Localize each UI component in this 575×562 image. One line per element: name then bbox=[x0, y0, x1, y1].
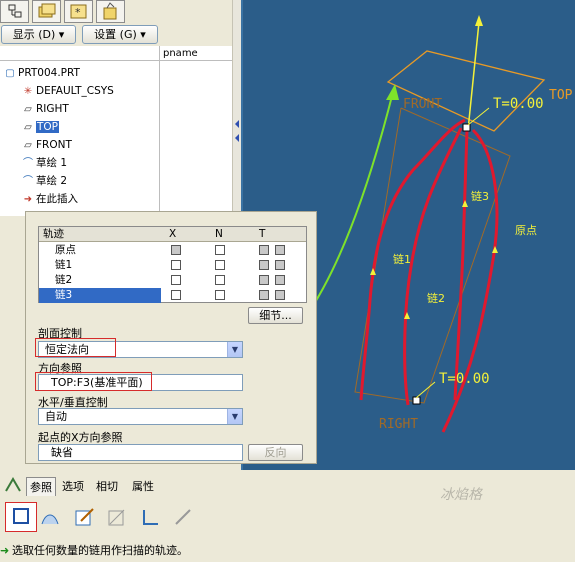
n-checkbox[interactable] bbox=[215, 275, 225, 285]
settings-dropdown-button[interactable]: 设置 (G) ▾ bbox=[82, 25, 158, 44]
favorites-tab-icon[interactable]: * bbox=[64, 0, 93, 23]
datum-plane-icon: ▱ bbox=[24, 122, 32, 133]
front-label: FRONT bbox=[403, 97, 442, 112]
start-point-marker[interactable] bbox=[462, 123, 471, 132]
tree-item-right[interactable]: ▱ RIGHT bbox=[20, 101, 69, 118]
model-tree-header bbox=[0, 46, 159, 61]
datum-plane-icon: ▱ bbox=[24, 104, 32, 115]
n-checkbox[interactable] bbox=[215, 260, 225, 270]
pname-header: pname bbox=[160, 46, 232, 61]
t-top-leader bbox=[467, 107, 490, 126]
datum-plane-icon: ▱ bbox=[24, 140, 32, 151]
t-toggle-b[interactable] bbox=[275, 260, 285, 270]
x-checkbox[interactable] bbox=[171, 260, 181, 270]
table-row-selected[interactable]: 链3 bbox=[39, 288, 306, 303]
table-row[interactable]: 链2 bbox=[39, 273, 306, 288]
tab-tangency[interactable]: 相切 bbox=[96, 478, 118, 494]
trajectory-table: 轨迹 X N T 原点 链1 链2 链3 bbox=[38, 226, 307, 303]
details-button[interactable]: 细节... bbox=[248, 307, 303, 324]
t-toggle-b[interactable] bbox=[275, 245, 285, 255]
origin-direction-icon bbox=[492, 246, 498, 253]
t-bottom-label: T=0.00 bbox=[439, 371, 490, 387]
top-label: TOP bbox=[549, 88, 573, 103]
chain-3-direction-icon bbox=[462, 200, 468, 207]
folder-browser-tab-icon[interactable] bbox=[32, 0, 61, 23]
chain1-label: 链1 bbox=[393, 252, 411, 266]
thicken-icon[interactable] bbox=[140, 506, 162, 528]
svg-text:*: * bbox=[75, 6, 81, 19]
n-checkbox[interactable] bbox=[215, 290, 225, 300]
dashboard-tabs: 参照 选项 相切 属性 bbox=[0, 475, 575, 497]
model-tree: ▢ PRT004.PRT ✳ DEFAULT_CSYS ▱ RIGHT ▱ TOP ▱ F… bbox=[0, 46, 160, 216]
table-row[interactable]: 原点 bbox=[39, 243, 306, 258]
insert-arrow-icon: ➜ bbox=[23, 194, 33, 205]
highlight-box bbox=[35, 372, 152, 391]
origin-label: 原点 bbox=[515, 224, 537, 237]
flip-button[interactable]: 反向 bbox=[248, 444, 303, 461]
part-icon: ▢ bbox=[5, 68, 15, 79]
right-label: RIGHT bbox=[379, 417, 418, 432]
dashboard-icon bbox=[3, 476, 23, 494]
tree-item-insert-here[interactable]: ➜ 在此插入 bbox=[20, 191, 78, 208]
navigator-tabs: * bbox=[0, 0, 160, 24]
t-bottom-leader bbox=[415, 381, 436, 399]
chevron-down-icon: ▼ bbox=[227, 409, 242, 424]
t-toggle-a[interactable] bbox=[259, 290, 269, 300]
n-checkbox[interactable] bbox=[215, 245, 225, 255]
t-toggle-a[interactable] bbox=[259, 275, 269, 285]
top-datum-plane bbox=[386, 50, 546, 132]
x-checkbox[interactable] bbox=[171, 290, 181, 300]
navigator-toolbar: 显示 (D) ▾ 设置 (G) ▾ bbox=[0, 24, 241, 45]
show-dropdown-button[interactable]: 显示 (D) ▾ bbox=[1, 25, 76, 44]
sketch-edit-icon[interactable] bbox=[74, 506, 96, 528]
t-toggle-b[interactable] bbox=[275, 275, 285, 285]
x-direction-label: 起点的X方向参照 bbox=[38, 431, 123, 444]
t-top-label: T=0.00 bbox=[493, 96, 544, 112]
sketch-icon: ⌒ bbox=[23, 158, 33, 169]
x-direction-field[interactable]: 缺省 bbox=[38, 444, 243, 461]
tree-item-front[interactable]: ▱ FRONT bbox=[20, 137, 72, 154]
axis-arrowhead-icon bbox=[475, 15, 483, 26]
t-toggle-a[interactable] bbox=[259, 260, 269, 270]
tree-item-csys[interactable]: ✳ DEFAULT_CSYS bbox=[20, 83, 114, 100]
chevron-down-icon: ▼ bbox=[227, 342, 242, 357]
connections-tab-icon[interactable] bbox=[96, 0, 125, 23]
csys-icon: ✳ bbox=[23, 86, 33, 97]
remove-material-icon[interactable] bbox=[106, 506, 128, 528]
t-toggle-a[interactable] bbox=[259, 245, 269, 255]
chain2-label: 链2 bbox=[427, 291, 445, 305]
tree-item-sketch-1[interactable]: ⌒ 草绘 1 bbox=[20, 155, 67, 172]
sweep-surface-icon[interactable] bbox=[40, 508, 60, 528]
t-toggle-b[interactable] bbox=[275, 290, 285, 300]
sweep-solid-button[interactable] bbox=[5, 502, 37, 532]
table-row[interactable]: 链1 bbox=[39, 258, 306, 273]
direction-axis bbox=[467, 21, 480, 131]
tab-references[interactable]: 参照 bbox=[26, 477, 56, 496]
pencil-icon[interactable] bbox=[172, 506, 194, 528]
chain3-label: 链3 bbox=[471, 189, 489, 203]
sweep-references-panel: 轨迹 X N T 原点 链1 链2 链3 细节... 剖面控制 恒定法向 ▼ 方… bbox=[25, 211, 317, 464]
x-checkbox[interactable] bbox=[171, 275, 181, 285]
tree-item-part[interactable]: ▢ PRT004.PRT bbox=[2, 65, 80, 82]
x-checkbox-disabled bbox=[171, 245, 181, 255]
model-tree-tab-icon[interactable] bbox=[0, 0, 29, 23]
sketch-icon: ⌒ bbox=[23, 176, 33, 187]
tree-item-sketch-2[interactable]: ⌒ 草绘 2 bbox=[20, 173, 67, 190]
tree-item-top[interactable]: ▱ TOP bbox=[20, 119, 60, 136]
arrow-right-icon: ➜ bbox=[0, 544, 10, 557]
feature-toolbar bbox=[0, 500, 575, 534]
hv-control-dropdown[interactable]: 自动 ▼ bbox=[38, 408, 243, 425]
tree-scrollbar[interactable] bbox=[232, 0, 241, 216]
highlight-box bbox=[35, 338, 116, 357]
tab-options[interactable]: 选项 bbox=[62, 478, 84, 494]
table-header: 轨迹 X N T bbox=[39, 227, 306, 242]
pname-column: pname bbox=[160, 46, 232, 216]
chain-3-curve bbox=[453, 129, 469, 401]
tab-properties[interactable]: 属性 bbox=[132, 478, 154, 494]
status-bar: ➜ 选取任何数量的链用作扫描的轨迹。 bbox=[0, 541, 575, 561]
